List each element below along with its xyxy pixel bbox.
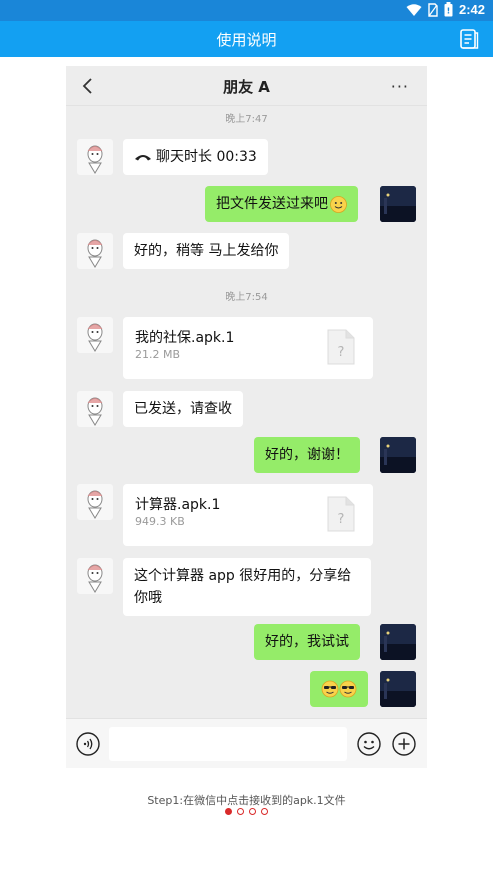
unknown-file-icon: ?: [327, 329, 355, 365]
chat-input-bar: [66, 718, 427, 768]
phone-call-icon: [135, 155, 151, 161]
my-avatar[interactable]: [380, 437, 416, 473]
my-avatar[interactable]: [380, 671, 416, 707]
message-bubble[interactable]: 好的，我试试: [254, 624, 360, 660]
emoji-icon[interactable]: [357, 732, 381, 756]
message-bubble[interactable]: 把文件发送过来吧: [205, 186, 358, 222]
message-text: 这个计算器 app 很好用的，分享给你哦: [134, 568, 352, 606]
status-time: 2:42: [458, 2, 485, 17]
plus-icon[interactable]: [392, 732, 416, 756]
message-bubble[interactable]: 好的，谢谢！: [254, 437, 360, 473]
message-bubble[interactable]: 好的，稍等 马上发给你: [123, 233, 290, 269]
message-text: 聊天时长 00:33: [156, 149, 257, 165]
status-icons: ! 2:42: [406, 2, 485, 17]
friend-avatar[interactable]: [77, 391, 113, 427]
page-dot-active[interactable]: [225, 808, 232, 815]
timestamp: 晚上7:54: [225, 292, 268, 303]
page-dot[interactable]: [261, 808, 268, 815]
battery-icon: !: [444, 2, 453, 17]
page-indicator: [0, 808, 493, 815]
step-caption: Step1:在微信中点击接收到的apk.1文件: [147, 794, 346, 807]
my-avatar[interactable]: [380, 624, 416, 660]
page-dot[interactable]: [249, 808, 256, 815]
file-size: 949.3 KB: [135, 515, 185, 528]
sim-icon: [428, 2, 438, 17]
voice-icon[interactable]: [76, 732, 100, 756]
friend-avatar[interactable]: [77, 484, 113, 520]
unknown-file-icon: ?: [327, 496, 355, 532]
file-size: 21.2 MB: [135, 348, 181, 361]
more-dots-icon[interactable]: ···: [391, 77, 409, 96]
friend-avatar[interactable]: [77, 317, 113, 353]
message-bubble[interactable]: 聊天时长 00:33: [123, 139, 268, 175]
friend-avatar[interactable]: [77, 139, 113, 175]
file-name: 我的社保.apk.1: [135, 330, 235, 346]
chat-screenshot: 朋友 A ··· 晚上7:47 聊天时长 00:33 把文件发送过来吧 好的，稍…: [66, 66, 427, 768]
smile-emoji: [330, 195, 347, 213]
page-dot[interactable]: [237, 808, 244, 815]
svg-text:?: ?: [338, 345, 345, 360]
message-text: 好的，稍等 马上发给你: [134, 243, 279, 259]
message-bubble[interactable]: 这个计算器 app 很好用的，分享给你哦: [123, 558, 371, 616]
file-message[interactable]: 计算器.apk.1 949.3 KB ?: [123, 484, 373, 546]
status-bar: ! 2:42: [0, 0, 493, 21]
friend-avatar[interactable]: [77, 233, 113, 269]
message-input[interactable]: [109, 727, 347, 761]
message-text: 已发送，请查收: [134, 401, 232, 417]
app-bar: 使用说明: [0, 21, 493, 57]
chat-title: 朋友 A: [223, 78, 270, 96]
sunglasses-emoji-icon: [321, 680, 357, 698]
svg-text:!: !: [447, 7, 451, 16]
timestamp: 晚上7:47: [225, 114, 268, 125]
page-title: 使用说明: [216, 31, 277, 49]
message-text: 好的，谢谢！: [265, 447, 349, 463]
message-bubble[interactable]: 已发送，请查收: [123, 391, 243, 427]
message-text: 好的，我试试: [265, 634, 349, 650]
wifi-icon: [406, 3, 422, 16]
message-text: 把文件发送过来吧: [216, 196, 328, 212]
svg-text:?: ?: [338, 512, 345, 527]
chat-header: 朋友 A ···: [66, 66, 427, 106]
file-message[interactable]: 我的社保.apk.1 21.2 MB ?: [123, 317, 373, 379]
file-name: 计算器.apk.1: [135, 497, 221, 513]
document-icon[interactable]: [459, 28, 479, 50]
my-avatar[interactable]: [380, 186, 416, 222]
friend-avatar[interactable]: [77, 558, 113, 594]
message-bubble[interactable]: [310, 671, 368, 707]
